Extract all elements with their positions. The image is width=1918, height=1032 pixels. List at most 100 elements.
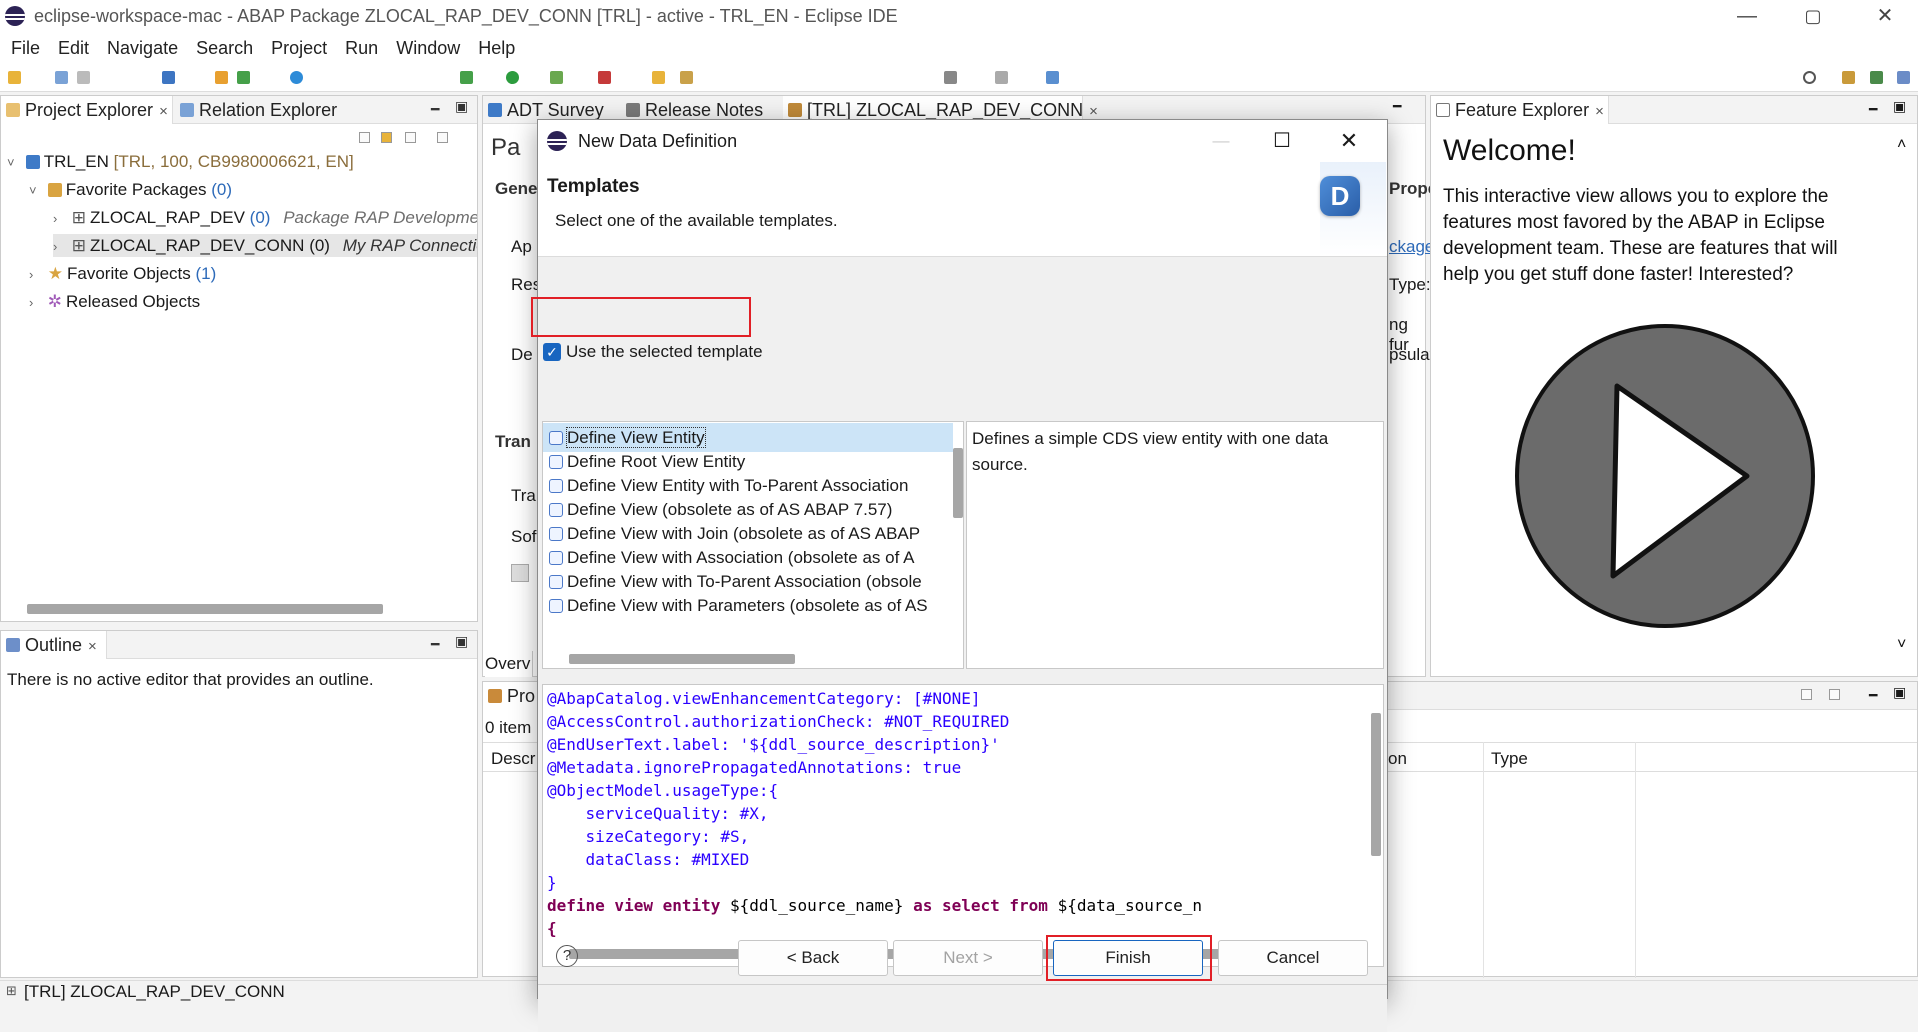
help-icon[interactable]: ?	[556, 945, 578, 967]
chevron-right-icon[interactable]: ›	[29, 263, 43, 286]
perspective-abap-icon[interactable]	[1842, 71, 1855, 84]
template-item[interactable]: Define View with Parameters (obsolete as…	[543, 591, 953, 620]
coverage-icon[interactable]	[550, 71, 563, 84]
chevron-right-icon[interactable]: ›	[53, 207, 67, 229]
template-horizontal-scrollbar[interactable]	[569, 654, 795, 664]
tree-released-objects[interactable]: › ✲ Released Objects	[29, 290, 200, 313]
project-explorer-tabbar: Project Explorer × Relation Explorer ━ ▣	[1, 96, 477, 124]
close-icon[interactable]: ×	[1089, 103, 1098, 120]
minimize-button[interactable]: —	[1717, 0, 1777, 32]
code-line: dataClass: #MIXED	[547, 848, 750, 871]
filter-icon[interactable]	[405, 132, 416, 143]
pin-editor-icon[interactable]	[1046, 71, 1059, 84]
menu-file[interactable]: File	[11, 38, 40, 59]
minimize-icon[interactable]: ━	[1869, 101, 1877, 118]
code-vertical-scrollbar[interactable]	[1371, 713, 1381, 856]
use-template-checkbox[interactable]: ✓	[543, 343, 561, 361]
cancel-button[interactable]: Cancel	[1218, 940, 1368, 976]
minimize-icon[interactable]: ━	[1869, 687, 1877, 704]
maximize-icon[interactable]: ▣	[455, 98, 468, 115]
new-icon[interactable]	[8, 71, 21, 84]
window-title: eclipse-workspace-mac - ABAP Package ZLO…	[34, 5, 898, 26]
menu-help[interactable]: Help	[478, 38, 515, 59]
menu-project[interactable]: Project	[271, 38, 327, 59]
tab-overview[interactable]: Overv	[485, 651, 534, 677]
minimize-icon[interactable]: ━	[431, 101, 439, 118]
save-all-icon[interactable]	[77, 71, 90, 84]
scroll-down-icon[interactable]: ˅	[1897, 636, 1906, 654]
menu-run[interactable]: Run	[345, 38, 378, 59]
chevron-down-icon[interactable]: ˅	[29, 179, 43, 202]
search-tool-icon[interactable]	[680, 71, 693, 84]
new-abap-object-icon[interactable]	[215, 71, 228, 84]
perspective-other-icon[interactable]	[1897, 71, 1910, 84]
tab-outline[interactable]: Outline ×	[1, 631, 107, 659]
horizontal-scrollbar[interactable]	[27, 604, 383, 614]
tab-relation-explorer[interactable]: Relation Explorer	[175, 96, 355, 124]
open-object-icon[interactable]	[162, 71, 175, 84]
minimize-icon[interactable]: ━	[1393, 98, 1401, 115]
maximize-icon[interactable]: ▣	[1893, 98, 1906, 115]
activate-icon[interactable]	[237, 71, 250, 84]
collapse-all-icon[interactable]	[359, 132, 370, 143]
save-icon[interactable]	[55, 71, 68, 84]
maximize-icon[interactable]: ▣	[455, 633, 468, 650]
open-folder-icon[interactable]	[652, 71, 665, 84]
column-type[interactable]: Type	[1491, 749, 1528, 769]
check-icon[interactable]	[290, 71, 303, 84]
use-template-label[interactable]: Use the selected template	[566, 342, 763, 362]
dialog-close-button[interactable]: ✕	[1329, 124, 1369, 158]
dialog-titlebar: New Data Definition — ☐ ✕	[538, 120, 1387, 162]
external-tools-icon[interactable]	[598, 71, 611, 84]
close-icon[interactable]: ×	[159, 103, 168, 120]
dialog-maximize-button[interactable]: ☐	[1262, 124, 1302, 158]
menu-edit[interactable]: Edit	[58, 38, 89, 59]
debug-icon[interactable]	[460, 71, 473, 84]
close-icon[interactable]: ×	[88, 638, 97, 655]
chevron-right-icon[interactable]: ›	[29, 291, 43, 314]
code-line: sizeCategory: #S,	[547, 825, 750, 848]
close-window-button[interactable]: ✕	[1855, 0, 1915, 32]
finish-button[interactable]: Finish	[1053, 940, 1203, 976]
code-token: }	[547, 873, 557, 892]
chevron-right-icon[interactable]: ›	[53, 235, 67, 257]
tab-project-explorer[interactable]: Project Explorer ×	[1, 96, 173, 124]
tree-package-zlocal-rap-dev-conn[interactable]: › ⊞ ZLOCAL_RAP_DEV_CONN (0) My RAP Connec…	[53, 234, 477, 257]
tree-package-zlocal-rap-dev[interactable]: › ⊞ ZLOCAL_RAP_DEV (0) Package RAP Develo…	[53, 206, 477, 229]
search-icon[interactable]	[1803, 71, 1816, 84]
perspective-debug-icon[interactable]	[1870, 71, 1883, 84]
package-link[interactable]: ckage	[1389, 237, 1434, 257]
menu-bar: File Edit Navigate Search Project Run Wi…	[0, 32, 1918, 64]
column-description[interactable]: Descr	[491, 749, 535, 769]
release-notes-icon	[626, 103, 640, 117]
link-with-editor-icon[interactable]	[381, 132, 392, 143]
outline-panel: Outline × ━ ▣ There is no active editor t…	[0, 630, 478, 978]
scroll-up-icon[interactable]: ˄	[1897, 136, 1906, 154]
back-button[interactable]: < Back	[738, 940, 888, 976]
close-icon[interactable]: ×	[1595, 103, 1604, 120]
tab-feature-explorer[interactable]: Feature Explorer ×	[1431, 96, 1609, 124]
chevron-down-icon[interactable]: ˅	[7, 151, 21, 174]
menu-window[interactable]: Window	[396, 38, 460, 59]
filter-icon[interactable]	[1801, 689, 1812, 700]
dialog-header-subtitle: Select one of the available templates.	[555, 211, 838, 230]
menu-navigate[interactable]: Navigate	[107, 38, 178, 59]
forward-nav-icon[interactable]	[995, 71, 1008, 84]
run-icon[interactable]	[506, 71, 519, 84]
view-menu-icon[interactable]	[437, 132, 448, 143]
column-location[interactable]: on	[1388, 749, 1407, 769]
menu-search[interactable]: Search	[196, 38, 253, 59]
template-list: Define View Entity Define Root View Enti…	[542, 421, 964, 669]
back-nav-icon[interactable]	[944, 71, 957, 84]
maximize-button[interactable]: ▢	[1783, 0, 1843, 32]
play-video-icon[interactable]	[1515, 316, 1835, 646]
editor-checkbox[interactable]	[511, 564, 529, 582]
tree-favorite-packages[interactable]: ˅ Favorite Packages (0)	[29, 178, 232, 201]
maximize-icon[interactable]: ▣	[1893, 684, 1906, 701]
view-menu-icon[interactable]	[1829, 689, 1840, 700]
minimize-icon[interactable]: ━	[431, 636, 439, 653]
abap-project-icon	[25, 155, 40, 169]
tree-favorite-objects[interactable]: › ★ Favorite Objects (1)	[29, 262, 216, 285]
tree-project-trl-en[interactable]: ˅ TRL_EN [TRL, 100, CB9980006621, EN]	[7, 150, 354, 173]
template-vertical-scrollbar[interactable]	[953, 448, 963, 518]
